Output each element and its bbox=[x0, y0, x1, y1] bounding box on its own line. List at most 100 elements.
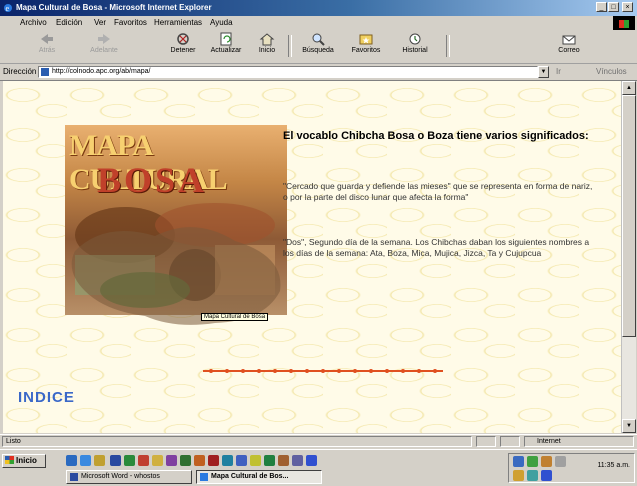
start-button[interactable]: Inicio bbox=[2, 454, 46, 468]
forward-button[interactable]: Adelante bbox=[84, 31, 124, 62]
close-button[interactable]: × bbox=[622, 2, 633, 12]
back-arrow-icon bbox=[41, 34, 53, 44]
scroll-thumb[interactable] bbox=[622, 95, 636, 337]
home-button[interactable]: Inicio bbox=[252, 31, 282, 62]
search-label: Búsqueda bbox=[302, 47, 334, 54]
vertical-scrollbar[interactable]: ▲ ▼ bbox=[621, 81, 636, 433]
standard-toolbar: Atrás Adelante Detener Actualizar Inicio… bbox=[0, 30, 637, 64]
quicklaunch-app-icon[interactable] bbox=[306, 455, 317, 466]
stop-icon bbox=[177, 33, 189, 45]
svg-text:e: e bbox=[6, 4, 10, 13]
stop-button[interactable]: Detener bbox=[166, 31, 200, 62]
image-tooltip: Mapa Cultural de Bosa bbox=[201, 313, 269, 321]
word-icon bbox=[70, 473, 78, 481]
indice-link[interactable]: INDICE bbox=[18, 389, 75, 406]
links-button[interactable]: Vínculos bbox=[596, 67, 627, 76]
menu-herramientas[interactable]: Herramientas bbox=[154, 18, 202, 27]
menu-ver[interactable]: Ver bbox=[94, 18, 106, 27]
volume-icon[interactable] bbox=[555, 456, 566, 467]
address-bar: Dirección http://colnodo.apc.org/ab/mapa… bbox=[0, 64, 637, 81]
quicklaunch-excel-icon[interactable] bbox=[124, 455, 135, 466]
search-icon bbox=[312, 33, 325, 46]
quicklaunch-ie-icon[interactable] bbox=[80, 455, 91, 466]
status-pane bbox=[500, 436, 520, 447]
favorites-button[interactable]: Favoritos bbox=[344, 31, 388, 62]
mail-icon bbox=[562, 35, 576, 45]
quicklaunch-app-icon[interactable] bbox=[166, 455, 177, 466]
go-button[interactable]: Ir bbox=[556, 67, 561, 76]
toolbar-separator bbox=[446, 35, 450, 57]
status-zone-label: Internet bbox=[537, 438, 561, 445]
back-button[interactable]: Atrás bbox=[30, 31, 64, 62]
clock[interactable]: 11:35 a.m. bbox=[597, 462, 630, 469]
status-bar: Listo Internet bbox=[0, 434, 637, 449]
system-tray: 11:35 a.m. bbox=[508, 453, 635, 483]
favorites-label: Favoritos bbox=[351, 47, 381, 54]
scroll-down-button[interactable]: ▼ bbox=[622, 419, 636, 433]
quicklaunch-powerpoint-icon[interactable] bbox=[138, 455, 149, 466]
quicklaunch-word-icon[interactable] bbox=[110, 455, 121, 466]
taskbar: Inicio Microsoft Word - whostos Mapa Cul… bbox=[0, 449, 637, 486]
tray-icon[interactable] bbox=[541, 470, 552, 481]
search-button[interactable]: Búsqueda bbox=[296, 31, 340, 62]
tray-icon[interactable] bbox=[541, 456, 552, 467]
windows-flag-icon bbox=[5, 456, 14, 464]
taskbar-item-word[interactable]: Microsoft Word - whostos bbox=[66, 470, 192, 484]
forward-arrow-icon bbox=[98, 34, 110, 44]
ie-icon bbox=[200, 473, 208, 481]
task-label: Microsoft Word - whostos bbox=[81, 473, 160, 480]
paragraph-2: "Dos", Segundo día de la semana. Los Chi… bbox=[283, 237, 590, 258]
address-url: http://colnodo.apc.org/ab/mapa/ bbox=[52, 68, 151, 75]
windows-flag-icon bbox=[619, 20, 629, 28]
task-label: Mapa Cultural de Bos... bbox=[211, 473, 289, 480]
back-label: Atrás bbox=[38, 47, 56, 54]
quicklaunch-desktop-icon[interactable] bbox=[66, 455, 77, 466]
status-text: Listo bbox=[2, 436, 472, 447]
menu-favoritos[interactable]: Favoritos bbox=[114, 18, 147, 27]
page-content[interactable]: MAPA CULTURAL BOSA Mapa Cultural de Bosa… bbox=[3, 81, 621, 433]
status-ready: Listo bbox=[6, 438, 21, 445]
address-dropdown-button[interactable]: ▼ bbox=[538, 66, 549, 78]
scroll-up-button[interactable]: ▲ bbox=[622, 81, 636, 95]
tray-icon[interactable] bbox=[527, 470, 538, 481]
address-label: Dirección bbox=[3, 67, 37, 76]
address-input[interactable]: http://colnodo.apc.org/ab/mapa/ bbox=[38, 66, 538, 78]
quicklaunch-app-icon[interactable] bbox=[292, 455, 303, 466]
favorites-folder-icon bbox=[359, 34, 373, 45]
page-icon bbox=[41, 68, 49, 76]
forward-label: Adelante bbox=[90, 47, 118, 54]
start-label: Inicio bbox=[16, 456, 37, 465]
maximize-button[interactable]: □ bbox=[608, 2, 619, 12]
tray-icon[interactable] bbox=[527, 456, 538, 467]
quicklaunch-app-icon[interactable] bbox=[222, 455, 233, 466]
refresh-icon bbox=[220, 32, 232, 46]
menu-ayuda[interactable]: Ayuda bbox=[210, 18, 233, 27]
menu-archivo[interactable]: Archivo bbox=[20, 18, 47, 27]
tray-icon[interactable] bbox=[513, 456, 524, 467]
ie-icon: e bbox=[4, 4, 12, 13]
quicklaunch-app-icon[interactable] bbox=[264, 455, 275, 466]
menu-edicion[interactable]: Edición bbox=[56, 18, 82, 27]
mail-label: Correo bbox=[558, 47, 580, 54]
title-bar[interactable]: e Mapa Cultural de Bosa - Microsoft Inte… bbox=[0, 0, 637, 16]
mail-button[interactable]: Correo bbox=[552, 31, 586, 62]
tray-icon[interactable] bbox=[513, 470, 524, 481]
quicklaunch-app-icon[interactable] bbox=[194, 455, 205, 466]
quicklaunch-app-icon[interactable] bbox=[180, 455, 191, 466]
quicklaunch-outlook-icon[interactable] bbox=[94, 455, 105, 466]
history-icon bbox=[409, 33, 421, 45]
stop-label: Detener bbox=[170, 47, 196, 54]
refresh-label: Actualizar bbox=[210, 47, 242, 54]
minimize-button[interactable]: _ bbox=[596, 2, 607, 12]
decorative-divider bbox=[203, 369, 443, 373]
refresh-button[interactable]: Actualizar bbox=[206, 31, 246, 62]
quicklaunch-app-icon[interactable] bbox=[278, 455, 289, 466]
quicklaunch-app-icon[interactable] bbox=[236, 455, 247, 466]
quicklaunch-app-icon[interactable] bbox=[250, 455, 261, 466]
menu-bar: Archivo Edición Ver Favoritos Herramient… bbox=[0, 16, 637, 31]
quicklaunch-app-icon[interactable] bbox=[208, 455, 219, 466]
history-button[interactable]: Historial bbox=[394, 31, 436, 62]
quicklaunch-app-icon[interactable] bbox=[152, 455, 163, 466]
history-label: Historial bbox=[402, 47, 428, 54]
taskbar-item-ie[interactable]: Mapa Cultural de Bos... bbox=[196, 470, 322, 484]
